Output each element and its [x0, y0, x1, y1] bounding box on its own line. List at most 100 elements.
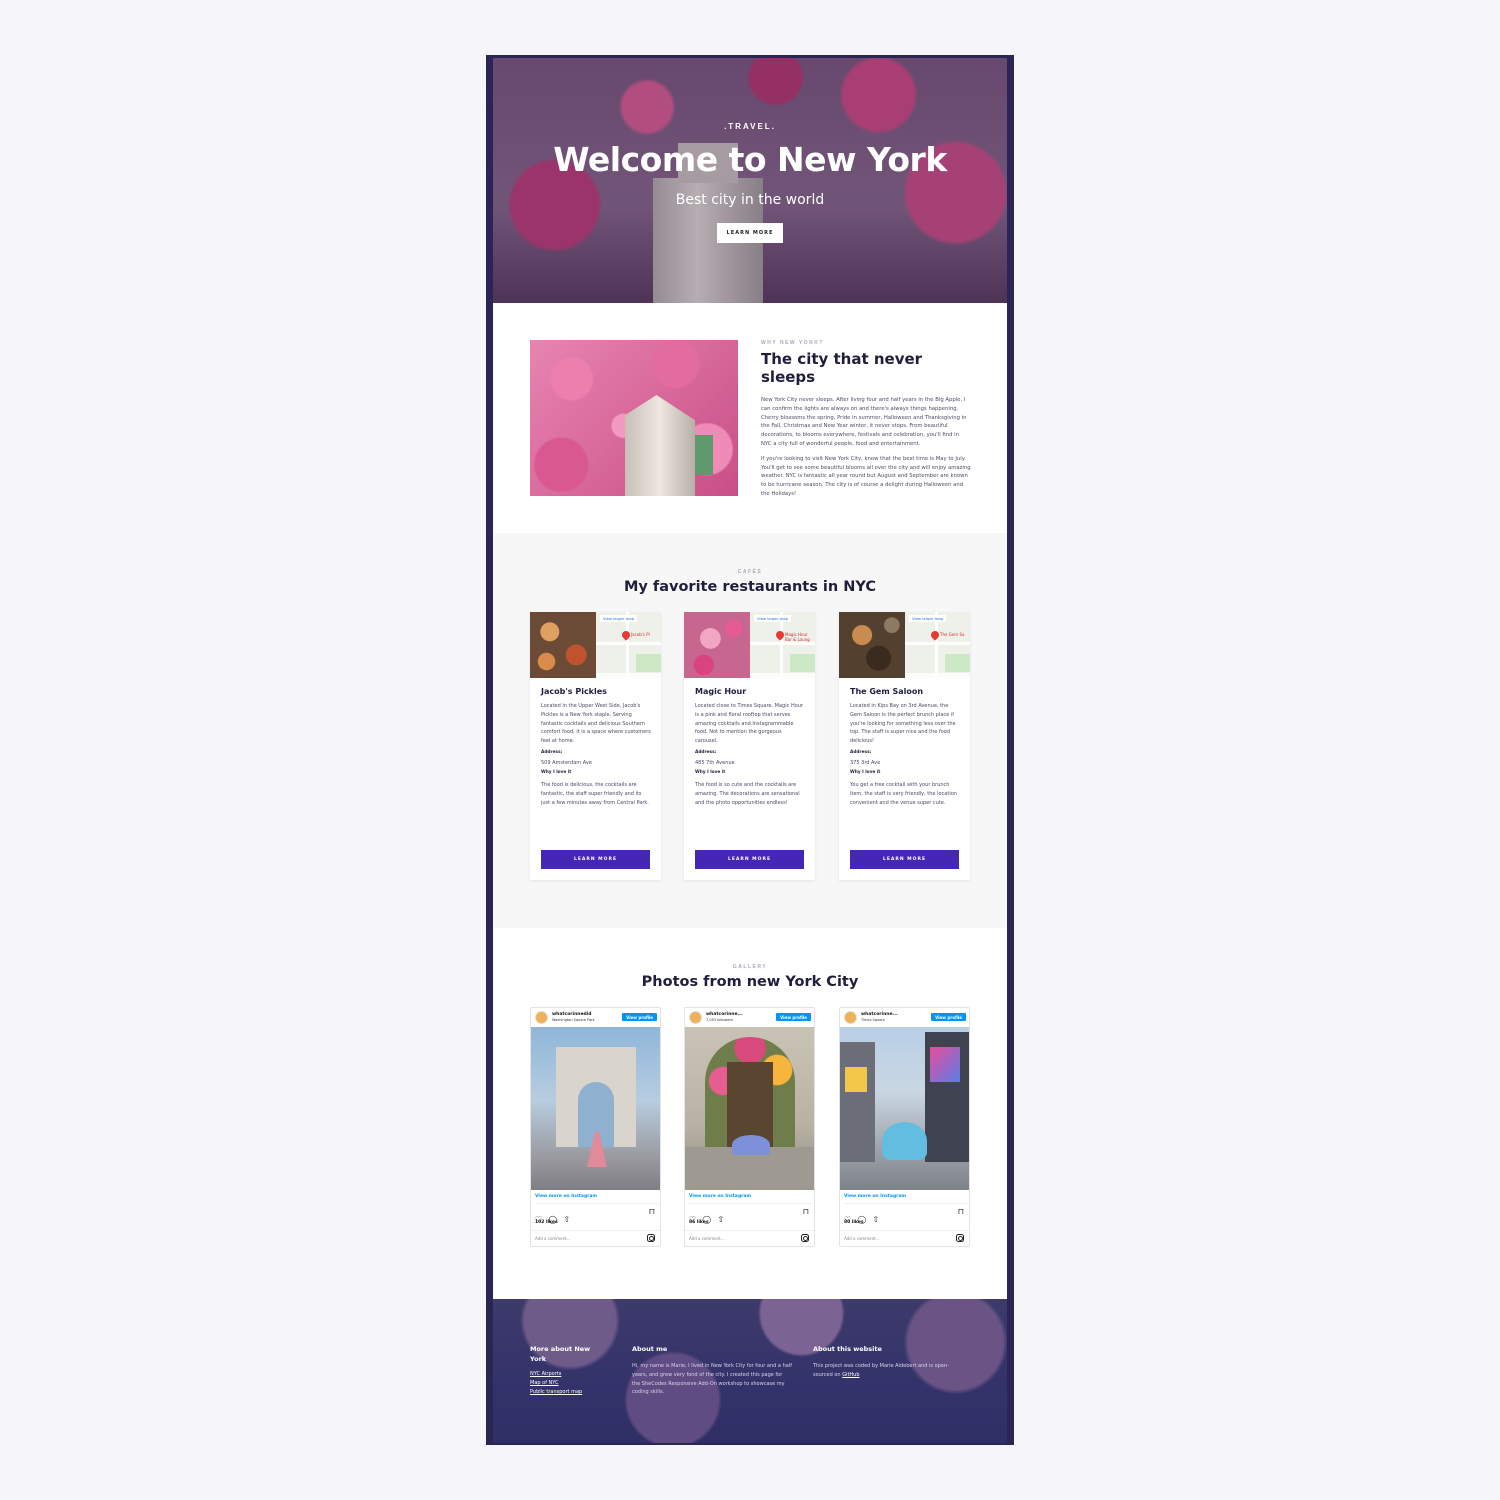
view-larger-map-link[interactable]: View larger map	[600, 615, 638, 622]
view-larger-map-link[interactable]: View larger map	[909, 615, 947, 622]
view-profile-button[interactable]: View profile	[931, 1013, 966, 1021]
map-pin-icon	[620, 629, 632, 641]
footer: More about New York NYC Airports Map of …	[493, 1299, 1007, 1443]
gallery-section: GALLERY Photos from new York City whatco…	[493, 928, 1007, 1299]
hero-section: .TRAVEL. Welcome to New York Best city i…	[493, 58, 1007, 303]
restaurant-why: You get a free cocktail with your brunch…	[850, 781, 957, 806]
footer-about-site-heading: About this website	[813, 1345, 882, 1353]
about-section: WHY NEW YORK? The city that never sleeps…	[493, 303, 1007, 533]
instagram-followers: 7,053 followers	[706, 1018, 733, 1022]
likes-count: 102 likes	[535, 1220, 558, 1225]
instagram-username[interactable]: whatcorinne...	[706, 1012, 743, 1017]
restaurant-description: Located in the Upper West Side, Jacob's …	[541, 703, 651, 745]
address-label: Address:	[541, 749, 563, 755]
view-more-on-instagram-link[interactable]: View more on Instagram	[844, 1194, 906, 1199]
restaurant-address: 485 7th Avenue	[695, 759, 735, 766]
restaurant-map[interactable]: View larger map The Gem Sa	[905, 612, 970, 678]
restaurant-card: View larger map Magic Hour Bar & Loung M…	[684, 612, 815, 880]
restaurant-address: 509 Amsterdam Ave	[541, 759, 592, 766]
flatiron-blossom-image	[530, 340, 738, 496]
address-label: Address:	[695, 749, 717, 755]
map-pin-icon	[929, 629, 941, 641]
view-more-on-instagram-link[interactable]: View more on Instagram	[535, 1194, 597, 1199]
github-link[interactable]: GitHub	[842, 1372, 859, 1378]
hero-eyebrow: .TRAVEL.	[724, 122, 776, 131]
gallery-eyebrow: GALLERY	[732, 964, 768, 970]
address-label: Address:	[850, 749, 872, 755]
restaurants-section: CAFÉS My favorite restaurants in NYC Vie…	[493, 533, 1007, 928]
footer-about-site-text: This project was coded by Marie Aldebert…	[813, 1363, 949, 1378]
restaurant-learn-more-button[interactable]: LEARN MORE	[850, 850, 959, 869]
hero-subtitle: Best city in the world	[675, 192, 825, 208]
restaurant-learn-more-button[interactable]: LEARN MORE	[695, 850, 804, 869]
add-comment-input[interactable]: Add a comment...	[535, 1236, 571, 1241]
instagram-location: Washington Square Park	[552, 1018, 595, 1022]
restaurant-why: The food is so cute and the cocktails ar…	[695, 781, 800, 806]
likes-count: 86 likes	[689, 1220, 709, 1225]
restaurant-why: The food is delicious, the cocktails are…	[541, 781, 649, 806]
travel-page: .TRAVEL. Welcome to New York Best city i…	[493, 58, 1007, 1443]
instagram-icon[interactable]	[647, 1234, 655, 1242]
instagram-post: whatcorinne... 7,053 followers View prof…	[684, 1007, 815, 1247]
restaurant-name: Magic Hour	[695, 687, 747, 696]
instagram-photo[interactable]	[840, 1027, 969, 1190]
instagram-post: whatcorinnedid Washington Square Park Vi…	[530, 1007, 661, 1247]
likes-count: 80 likes	[844, 1220, 864, 1225]
avatar[interactable]	[535, 1011, 548, 1024]
restaurant-address: 375 3rd Ave	[850, 759, 881, 766]
avatar[interactable]	[689, 1011, 702, 1024]
view-profile-button[interactable]: View profile	[622, 1013, 657, 1021]
restaurant-photo	[530, 612, 596, 678]
restaurant-map[interactable]: View larger map Jacob's Pi	[596, 612, 661, 678]
restaurant-card: View larger map The Gem Sa The Gem Saloo…	[839, 612, 970, 880]
footer-link-airports[interactable]: NYC Airports	[530, 1370, 605, 1379]
instagram-photo[interactable]	[531, 1027, 660, 1190]
restaurant-description: Located close to Times Square, Magic Hou…	[695, 703, 803, 745]
map-pin-icon	[774, 629, 786, 641]
why-label: Why I love it	[850, 769, 881, 775]
share-icon[interactable]: ⇧	[717, 1215, 724, 1225]
restaurant-learn-more-button[interactable]: LEARN MORE	[541, 850, 650, 869]
hero-title: Welcome to New York	[553, 140, 947, 179]
restaurant-map[interactable]: View larger map Magic Hour Bar & Loung	[750, 612, 815, 678]
instagram-location: Times Square	[861, 1018, 885, 1022]
hero-learn-more-button[interactable]: LEARN MORE	[717, 223, 783, 243]
footer-more-heading: More about New York	[530, 1345, 591, 1363]
restaurants-eyebrow: CAFÉS	[737, 569, 763, 575]
restaurant-name: Jacob's Pickles	[541, 687, 607, 696]
about-title: The city that never sleeps	[761, 350, 923, 386]
map-pin-label: Jacob's Pi	[631, 632, 650, 637]
footer-link-transport[interactable]: Public transport map	[530, 1388, 605, 1397]
avatar[interactable]	[844, 1011, 857, 1024]
bookmark-icon[interactable]: ⊓	[958, 1207, 964, 1217]
view-profile-button[interactable]: View profile	[776, 1013, 811, 1021]
view-more-on-instagram-link[interactable]: View more on Instagram	[689, 1194, 751, 1199]
bookmark-icon[interactable]: ⊓	[803, 1207, 809, 1217]
about-paragraph: New York City never sleeps. After living…	[761, 397, 967, 447]
footer-link-map[interactable]: Map of NYC	[530, 1379, 605, 1388]
view-larger-map-link[interactable]: View larger map	[754, 615, 792, 622]
restaurant-card: View larger map Jacob's Pi Jacob's Pickl…	[530, 612, 661, 880]
map-pin-label: Magic Hour Bar & Loung	[785, 632, 810, 642]
gallery-title: Photos from new York City	[641, 974, 859, 990]
add-comment-input[interactable]: Add a comment...	[844, 1236, 880, 1241]
instagram-icon[interactable]	[956, 1234, 964, 1242]
restaurant-description: Located in Kips Bay on 3rd Avenue, the G…	[850, 703, 956, 745]
instagram-icon[interactable]	[801, 1234, 809, 1242]
share-icon[interactable]: ⇧	[563, 1215, 570, 1225]
about-eyebrow: WHY NEW YORK?	[761, 340, 824, 346]
restaurant-photo	[684, 612, 750, 678]
bookmark-icon[interactable]: ⊓	[649, 1207, 655, 1217]
footer-about-me-heading: About me	[632, 1345, 668, 1353]
add-comment-input[interactable]: Add a comment...	[689, 1236, 725, 1241]
why-label: Why I love it	[541, 769, 572, 775]
instagram-post: whatcorinne... Times Square View profile…	[839, 1007, 970, 1247]
share-icon[interactable]: ⇧	[872, 1215, 879, 1225]
map-pin-label: The Gem Sa	[940, 632, 965, 637]
instagram-photo[interactable]	[685, 1027, 814, 1190]
restaurants-title: My favorite restaurants in NYC	[624, 579, 876, 595]
footer-about-me-text: Hi, my name is Marie, I lived in New Yor…	[632, 1363, 792, 1396]
instagram-username[interactable]: whatcorinne...	[861, 1012, 898, 1017]
restaurant-photo	[839, 612, 905, 678]
instagram-username[interactable]: whatcorinnedid	[552, 1012, 592, 1017]
